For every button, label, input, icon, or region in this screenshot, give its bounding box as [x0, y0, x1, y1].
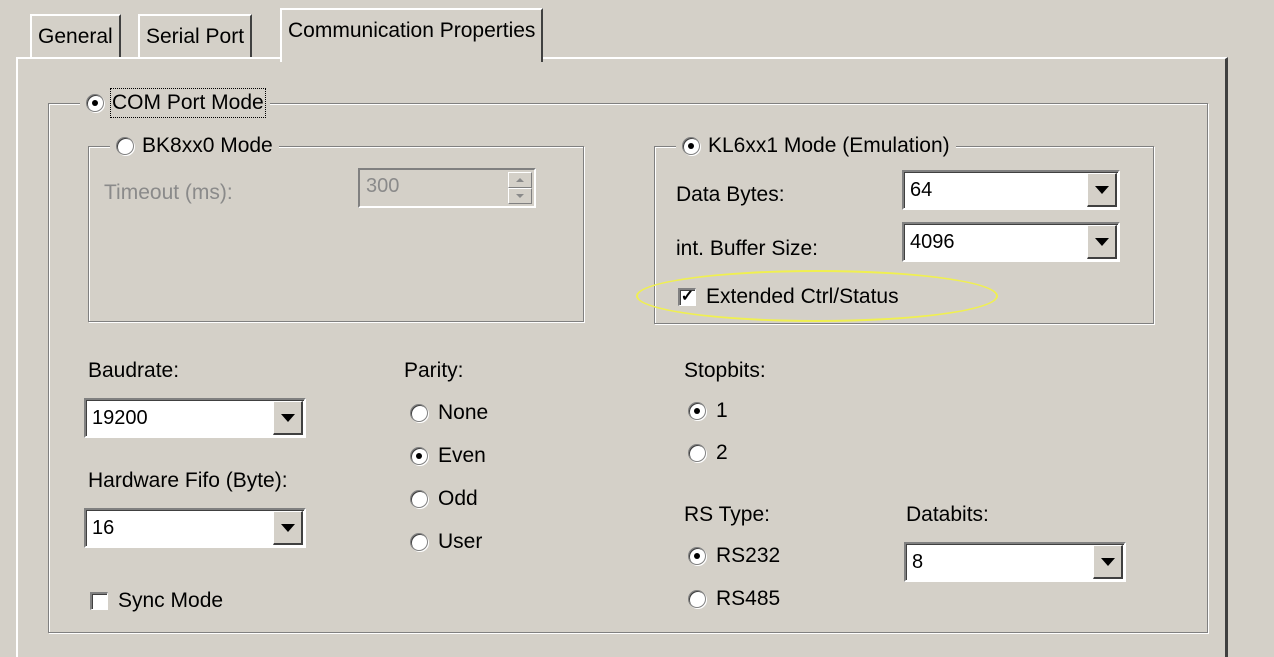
- rs232-label: RS232: [716, 544, 781, 567]
- baudrate-label: Baudrate:: [88, 359, 180, 382]
- databits-select[interactable]: 8: [904, 542, 1126, 582]
- buffer-size-select[interactable]: 4096: [902, 222, 1120, 262]
- buffer-size-label: int. Buffer Size:: [676, 237, 819, 260]
- tab-serial-port-label: Serial Port: [146, 25, 245, 48]
- baudrate-select[interactable]: 19200: [84, 398, 306, 438]
- parity-odd-label: Odd: [438, 487, 478, 510]
- spin-up-icon[interactable]: [508, 172, 532, 188]
- timeout-spinbox[interactable]: 300: [358, 168, 536, 208]
- bk-mode-label: BK8xx0 Mode: [142, 134, 273, 157]
- parity-odd-radio[interactable]: [410, 490, 428, 508]
- fifo-select[interactable]: 16: [84, 508, 306, 548]
- chevron-down-icon[interactable]: [273, 401, 303, 435]
- stopbits-1-option[interactable]: 1: [688, 398, 728, 424]
- bk-mode-option[interactable]: BK8xx0 Mode: [110, 133, 279, 159]
- checkmark-icon: ✓: [680, 288, 695, 305]
- tab-general-label: General: [38, 25, 113, 48]
- parity-user-radio[interactable]: [410, 533, 428, 551]
- kl-mode-option[interactable]: KL6xx1 Mode (Emulation): [676, 133, 956, 159]
- data-bytes-label: Data Bytes:: [676, 183, 785, 206]
- tab-communication-properties-label: Communication Properties: [288, 19, 536, 42]
- chevron-down-icon[interactable]: [1093, 545, 1123, 579]
- rs485-label: RS485: [716, 587, 781, 610]
- tab-serial-port[interactable]: Serial Port: [138, 14, 253, 58]
- rs485-radio[interactable]: [688, 590, 706, 608]
- parity-none-radio[interactable]: [410, 404, 428, 422]
- parity-label: Parity:: [404, 359, 464, 382]
- stopbits-1-label: 1: [716, 399, 728, 422]
- chevron-down-icon[interactable]: [273, 511, 303, 545]
- chevron-down-icon[interactable]: [1087, 173, 1117, 207]
- data-bytes-value: 64: [910, 179, 933, 201]
- timeout-label: Timeout (ms):: [104, 181, 233, 204]
- parity-user-option[interactable]: User: [410, 529, 482, 555]
- sync-mode-option[interactable]: Sync Mode: [90, 588, 223, 614]
- parity-none-label: None: [438, 401, 489, 424]
- fifo-label: Hardware Fifo (Byte):: [88, 469, 288, 492]
- com-port-mode-option[interactable]: COM Port Mode: [80, 88, 270, 118]
- rs232-option[interactable]: RS232: [688, 543, 780, 569]
- bk-mode-radio[interactable]: [116, 137, 134, 155]
- extended-ctrl-status-checkbox[interactable]: ✓: [678, 288, 696, 306]
- tab-general[interactable]: General: [30, 14, 121, 58]
- tab-communication-properties[interactable]: Communication Properties: [280, 8, 544, 62]
- buffer-size-value: 4096: [910, 231, 955, 253]
- databits-value: 8: [912, 551, 924, 573]
- parity-none-option[interactable]: None: [410, 400, 488, 426]
- parity-even-label: Even: [438, 444, 486, 467]
- sync-mode-label: Sync Mode: [118, 589, 224, 612]
- sync-mode-checkbox[interactable]: [90, 592, 108, 610]
- stopbits-label: Stopbits:: [684, 359, 766, 382]
- databits-label: Databits:: [906, 503, 989, 526]
- chevron-down-icon[interactable]: [1087, 225, 1117, 259]
- parity-odd-option[interactable]: Odd: [410, 486, 478, 512]
- extended-ctrl-status-label: Extended Ctrl/Status: [706, 285, 899, 308]
- extended-ctrl-status-option[interactable]: ✓ Extended Ctrl/Status: [678, 284, 899, 310]
- parity-even-radio[interactable]: [410, 447, 428, 465]
- stopbits-2-option[interactable]: 2: [688, 440, 728, 466]
- baudrate-value: 19200: [92, 407, 148, 429]
- parity-user-label: User: [438, 530, 483, 553]
- spin-down-icon[interactable]: [508, 188, 532, 204]
- rs-type-label: RS Type:: [684, 503, 770, 526]
- stopbits-1-radio[interactable]: [688, 402, 706, 420]
- parity-even-option[interactable]: Even: [410, 443, 486, 469]
- timeout-value: 300: [366, 175, 400, 197]
- rs232-radio[interactable]: [688, 547, 706, 565]
- stopbits-2-label: 2: [716, 441, 728, 464]
- data-bytes-select[interactable]: 64: [902, 170, 1120, 210]
- kl-mode-label: KL6xx1 Mode (Emulation): [708, 134, 950, 157]
- com-port-mode-label: COM Port Mode: [110, 88, 266, 118]
- stopbits-2-radio[interactable]: [688, 444, 706, 462]
- rs485-option[interactable]: RS485: [688, 586, 780, 612]
- kl-mode-radio[interactable]: [682, 137, 700, 155]
- fifo-value: 16: [92, 517, 115, 539]
- com-port-mode-radio[interactable]: [86, 94, 104, 112]
